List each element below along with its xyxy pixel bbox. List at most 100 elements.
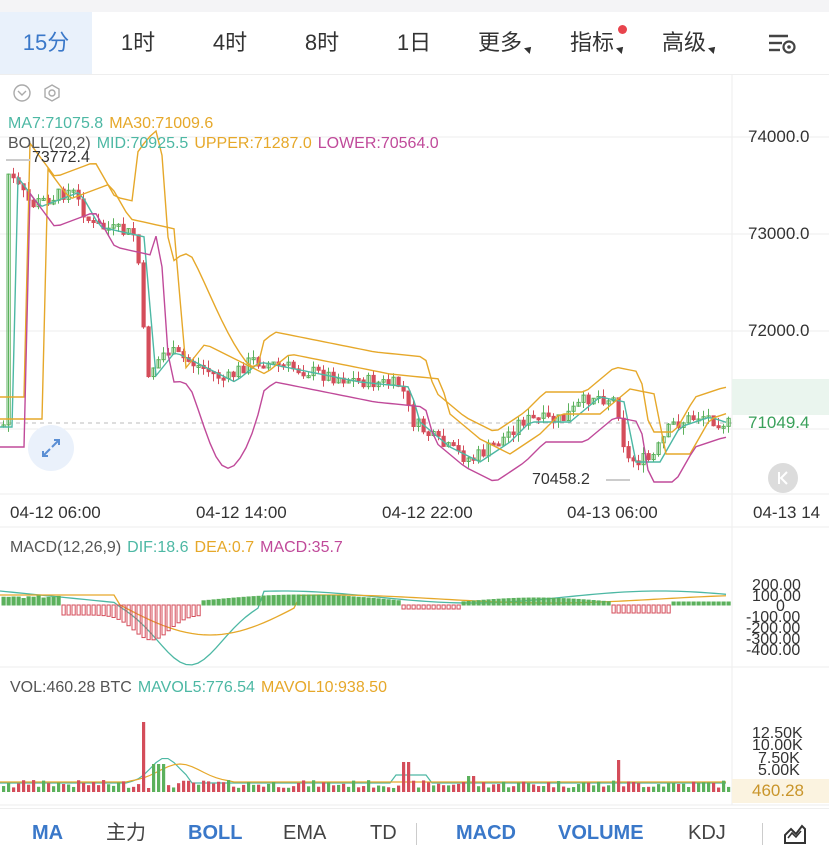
macd-bar — [556, 597, 561, 606]
volume-bar — [2, 786, 6, 792]
tab-1d[interactable]: 1日 — [368, 12, 460, 74]
macd-bar — [706, 601, 711, 606]
indicator-volume[interactable]: VOLUME — [558, 809, 644, 858]
tab-8h[interactable]: 8时 — [276, 12, 368, 74]
volume-bar — [382, 786, 386, 792]
macd-bar — [266, 595, 271, 606]
candle-body — [91, 220, 96, 224]
expand-button[interactable] — [28, 425, 74, 471]
volume-bar — [402, 762, 406, 792]
volume-bar — [127, 787, 131, 792]
volume-bar — [7, 783, 11, 792]
volume-bar — [262, 786, 266, 792]
volume-bar — [397, 785, 401, 792]
macd-bar — [711, 601, 716, 606]
candle-body — [81, 198, 86, 218]
candle-body — [136, 234, 141, 264]
candle-body — [221, 377, 226, 381]
volume-bar — [727, 786, 731, 792]
macd-bar — [131, 604, 136, 631]
time-tick: 04-12 14:00 — [196, 503, 287, 522]
candle-body — [451, 442, 456, 447]
indicator-macd[interactable]: MACD — [456, 809, 516, 858]
volume-bar — [72, 786, 76, 792]
draw-tool-icon[interactable] — [782, 820, 808, 846]
kline-chart[interactable]: MA7:71075.8 MA30:71009.6 BOLL(20,2) MID:70… — [0, 75, 829, 835]
settings-hex-icon[interactable] — [42, 83, 62, 103]
volume-bar — [687, 787, 691, 792]
volume-bar — [422, 780, 426, 792]
volume-bar — [637, 783, 641, 792]
indicator-boll[interactable]: BOLL — [188, 809, 242, 858]
macd-bar — [81, 604, 86, 616]
macd-bar — [406, 604, 411, 610]
chart-settings-icon[interactable] — [766, 30, 798, 58]
macd-bar — [21, 598, 26, 606]
time-tick: 04-13 14 — [753, 503, 821, 522]
macd-bar — [676, 601, 681, 606]
macd-bar — [386, 599, 391, 606]
macd-bar — [96, 604, 101, 616]
volume-bar — [37, 786, 41, 792]
volume-bar — [352, 780, 356, 792]
volume-bar — [227, 780, 231, 792]
macd-bar — [211, 599, 216, 606]
macd-bar — [271, 595, 276, 606]
volume-bar — [602, 786, 606, 792]
candle-body — [646, 453, 651, 461]
volume-bar — [652, 786, 656, 792]
macd-bar — [671, 601, 676, 606]
indicator-ema[interactable]: EMA — [283, 809, 326, 858]
macd-bar — [636, 604, 641, 614]
candle-body — [301, 372, 306, 377]
macd-bar — [71, 604, 76, 616]
macd-bar — [621, 604, 626, 614]
volume-bar — [427, 782, 431, 792]
volume-bar — [587, 782, 591, 792]
volume-bar — [52, 786, 56, 792]
tab-15m[interactable]: 15分 — [0, 12, 92, 74]
volume-bar — [487, 787, 491, 792]
macd-bar — [16, 596, 21, 606]
macd-dif: DIF:18.6 — [127, 539, 189, 556]
indicator-td[interactable]: TD — [370, 809, 397, 858]
indicator-main-force[interactable]: 主力 — [106, 809, 146, 858]
volume-bar — [672, 783, 676, 792]
separator — [416, 823, 417, 845]
volume-bar — [142, 722, 146, 792]
volume-bar — [177, 783, 181, 792]
macd-bar — [351, 596, 356, 606]
volume-bar — [17, 783, 21, 792]
volume-bar — [612, 780, 616, 792]
macd-bar — [176, 604, 181, 624]
macd-bar — [256, 595, 261, 606]
volume-bar — [442, 785, 446, 792]
candle-body — [361, 379, 366, 388]
tab-4h[interactable]: 4时 — [184, 12, 276, 74]
tab-1h[interactable]: 1时 — [92, 12, 184, 74]
volume-bar — [592, 785, 596, 792]
volume-bar — [77, 780, 81, 792]
macd-bar — [596, 600, 601, 606]
indicator-bar: MA 主力 BOLL EMA TD MACD VOLUME KDJ — [0, 808, 829, 858]
candle-body — [406, 390, 411, 406]
candles — [1, 167, 731, 473]
chevron-down-icon[interactable] — [12, 83, 32, 103]
volume-bar — [622, 786, 626, 792]
indicator-ma[interactable]: MA — [32, 809, 63, 858]
volume-bar — [207, 781, 211, 792]
macd-bar — [151, 604, 156, 641]
volume-bar — [522, 781, 526, 792]
volume-bar — [407, 762, 411, 792]
macd-bar — [591, 600, 596, 606]
mavol5-value: MAVOL5:776.54 — [137, 679, 255, 696]
macd-bar — [221, 598, 226, 606]
ma7-value: MA7:71075.8 — [8, 115, 104, 132]
indicator-kdj[interactable]: KDJ — [688, 809, 726, 858]
volume-bar — [662, 786, 666, 792]
volume-bar — [627, 781, 631, 792]
rewind-button[interactable] — [768, 463, 798, 493]
volume-bar — [62, 784, 66, 792]
macd-params: MACD(12,26,9) — [10, 539, 122, 556]
macd-bar — [41, 597, 46, 606]
